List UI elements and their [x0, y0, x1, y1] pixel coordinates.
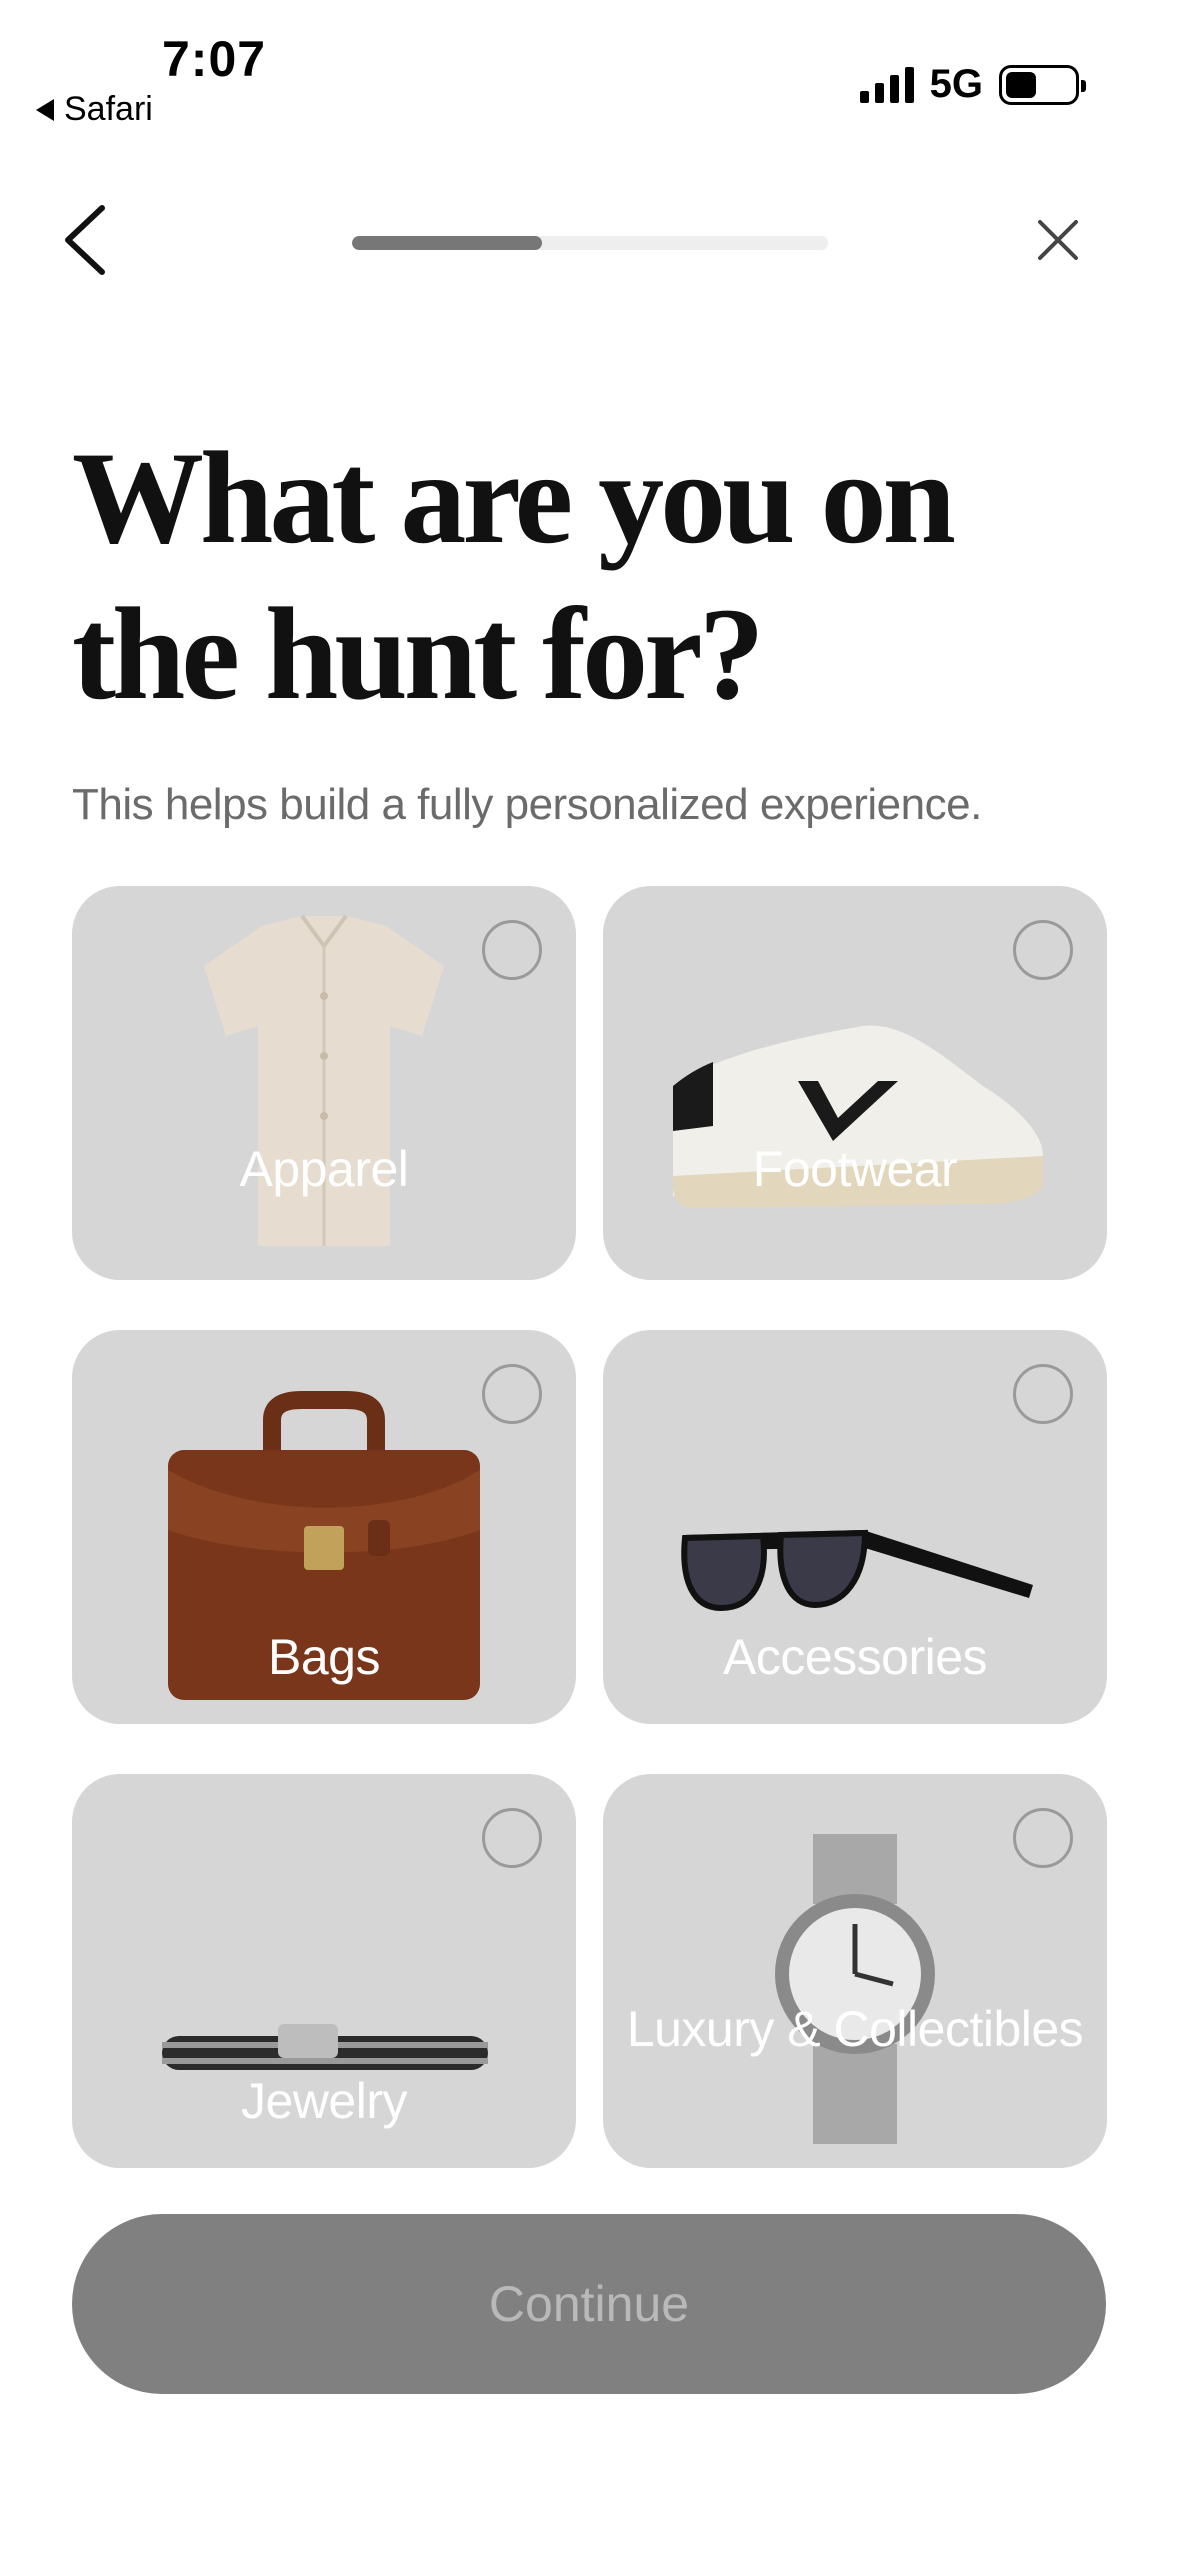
network-type: 5G: [929, 62, 983, 106]
category-tile-apparel[interactable]: Apparel: [72, 886, 576, 1280]
page-title: What are you on the hunt for?: [72, 424, 956, 727]
category-tile-footwear[interactable]: Footwear: [603, 886, 1107, 1280]
category-label: Accessories: [722, 1629, 988, 1685]
back-triangle-icon: [36, 98, 54, 121]
category-label: Bags: [268, 1629, 380, 1685]
category-label: Luxury & Collectibles: [626, 2001, 1084, 2057]
bags-selection-radio[interactable]: [482, 1364, 542, 1424]
status-back-label: Safari: [64, 90, 153, 128]
battery-icon: [999, 64, 1086, 105]
accessories-selection-radio[interactable]: [1013, 1364, 1073, 1424]
cellular-signal-icon: [859, 66, 914, 103]
category-tile-accessories[interactable]: Accessories: [603, 1330, 1107, 1724]
category-label: Jewelry: [241, 2073, 407, 2129]
jewelry-selection-radio[interactable]: [482, 1808, 542, 1868]
category-tile-bags[interactable]: Bags: [72, 1330, 576, 1724]
status-time: 7:07: [162, 31, 267, 87]
onboarding-progress-bar: [352, 236, 828, 250]
back-button[interactable]: [56, 200, 116, 280]
category-label: Apparel: [239, 1141, 409, 1197]
category-label: Footwear: [752, 1141, 958, 1197]
continue-button[interactable]: Continue: [72, 2214, 1106, 2394]
close-icon: [1038, 220, 1078, 260]
luxury-selection-radio[interactable]: [1013, 1808, 1073, 1868]
category-tile-jewelry[interactable]: Jewelry: [72, 1774, 576, 2168]
category-tile-luxury-collectibles[interactable]: Luxury & Collectibles: [603, 1774, 1107, 2168]
status-indicators: 5G: [859, 62, 1086, 107]
close-button[interactable]: [1030, 212, 1086, 268]
footwear-selection-radio[interactable]: [1013, 920, 1073, 980]
status-back-to-app[interactable]: Safari: [36, 90, 153, 129]
apparel-selection-radio[interactable]: [482, 920, 542, 980]
page-subtitle: This helps build a fully personalized ex…: [72, 780, 982, 829]
chevron-left-icon: [65, 205, 105, 275]
progress-fill: [352, 236, 543, 250]
